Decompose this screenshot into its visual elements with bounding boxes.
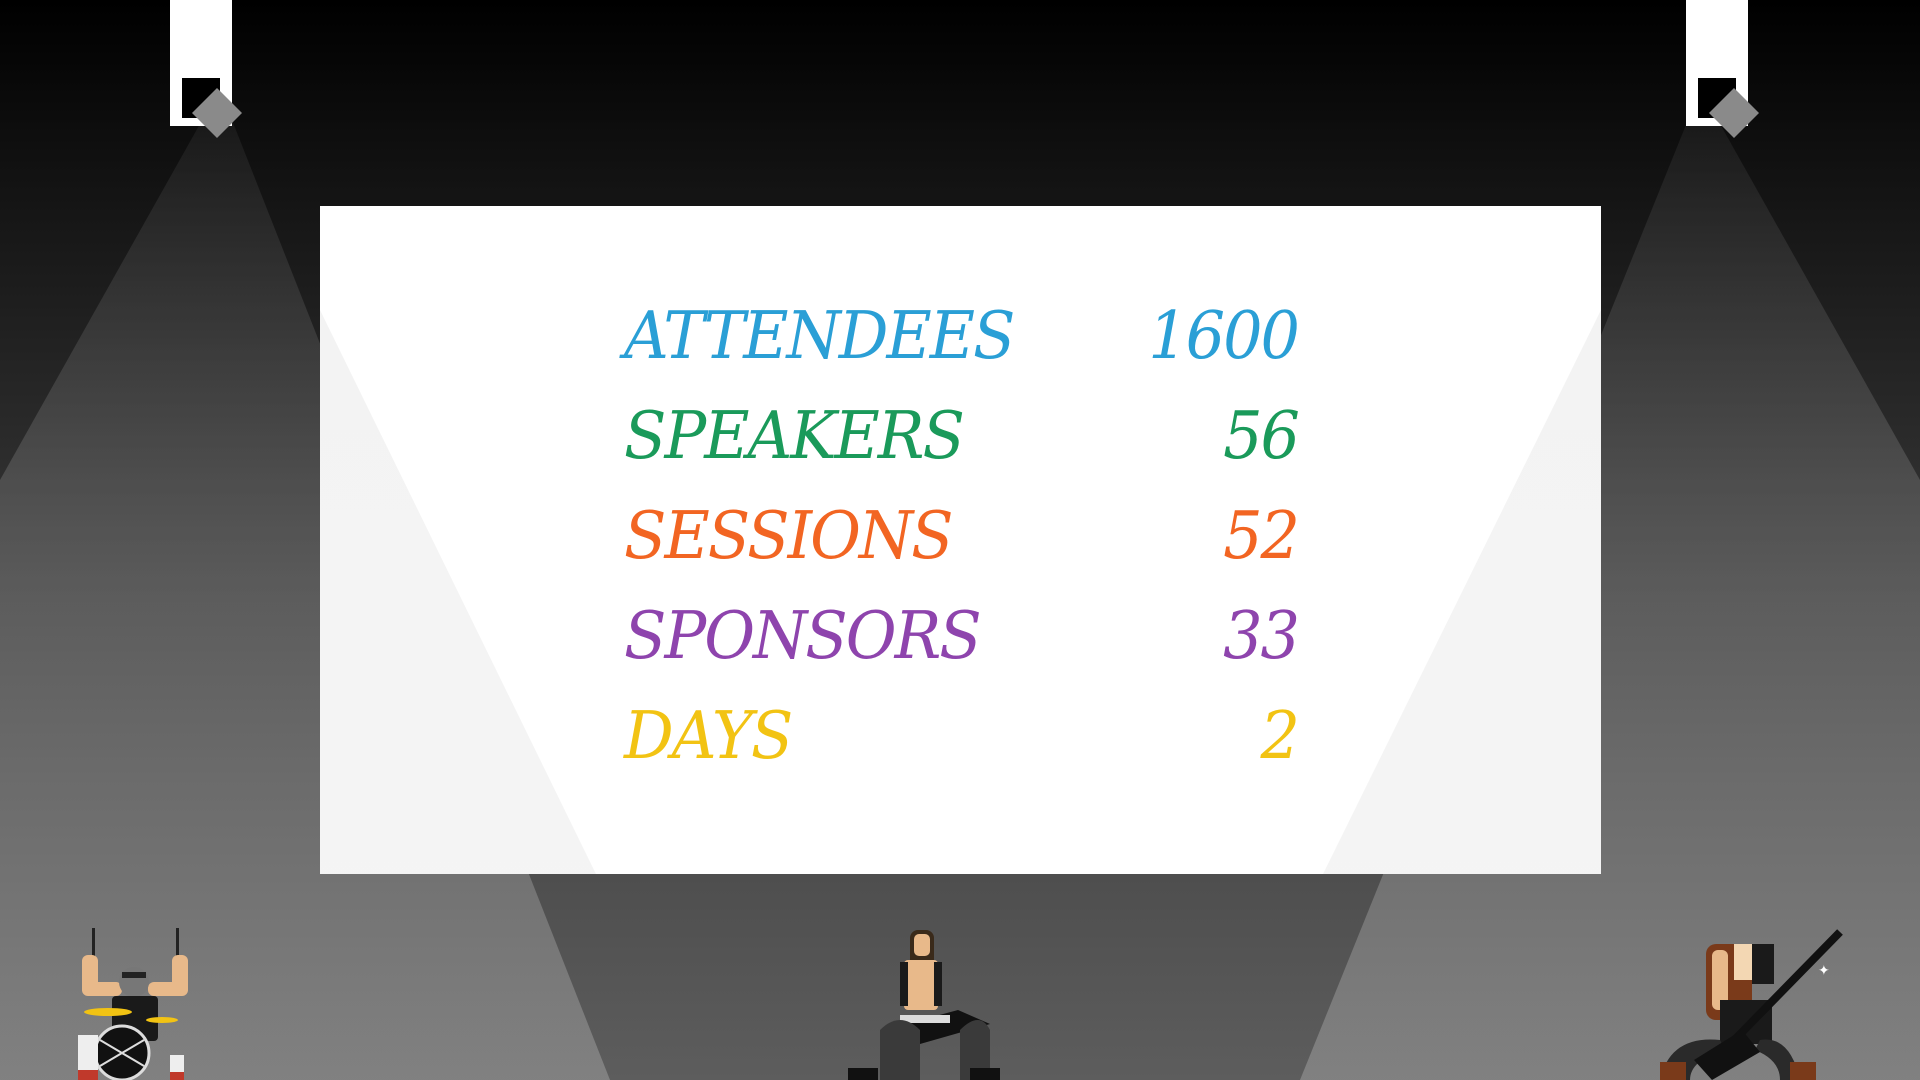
- stat-label: SPONSORS: [624, 597, 982, 674]
- stat-row-days: DAYS 2: [624, 686, 1300, 786]
- stat-value: 56: [1223, 397, 1300, 474]
- stat-label: SPEAKERS: [624, 397, 965, 474]
- stat-row-sessions: SESSIONS 52: [624, 486, 1300, 586]
- stats-table: ATTENDEES 1600 SPEAKERS 56 SESSIONS 52 S…: [624, 286, 1300, 786]
- stat-row-attendees: ATTENDEES 1600: [624, 286, 1300, 386]
- stat-label: DAYS: [624, 697, 793, 774]
- stat-label: ATTENDEES: [624, 297, 1015, 374]
- stat-row-speakers: SPEAKERS 56: [624, 386, 1300, 486]
- stat-label: SESSIONS: [624, 497, 954, 574]
- stat-value: 52: [1223, 497, 1300, 574]
- stat-value: 33: [1223, 597, 1300, 674]
- stat-row-sponsors: SPONSORS 33: [624, 586, 1300, 686]
- stat-value: 1600: [1148, 297, 1300, 374]
- projection-screen: ATTENDEES 1600 SPEAKERS 56 SESSIONS 52 S…: [320, 206, 1601, 874]
- stat-value: 2: [1260, 697, 1300, 774]
